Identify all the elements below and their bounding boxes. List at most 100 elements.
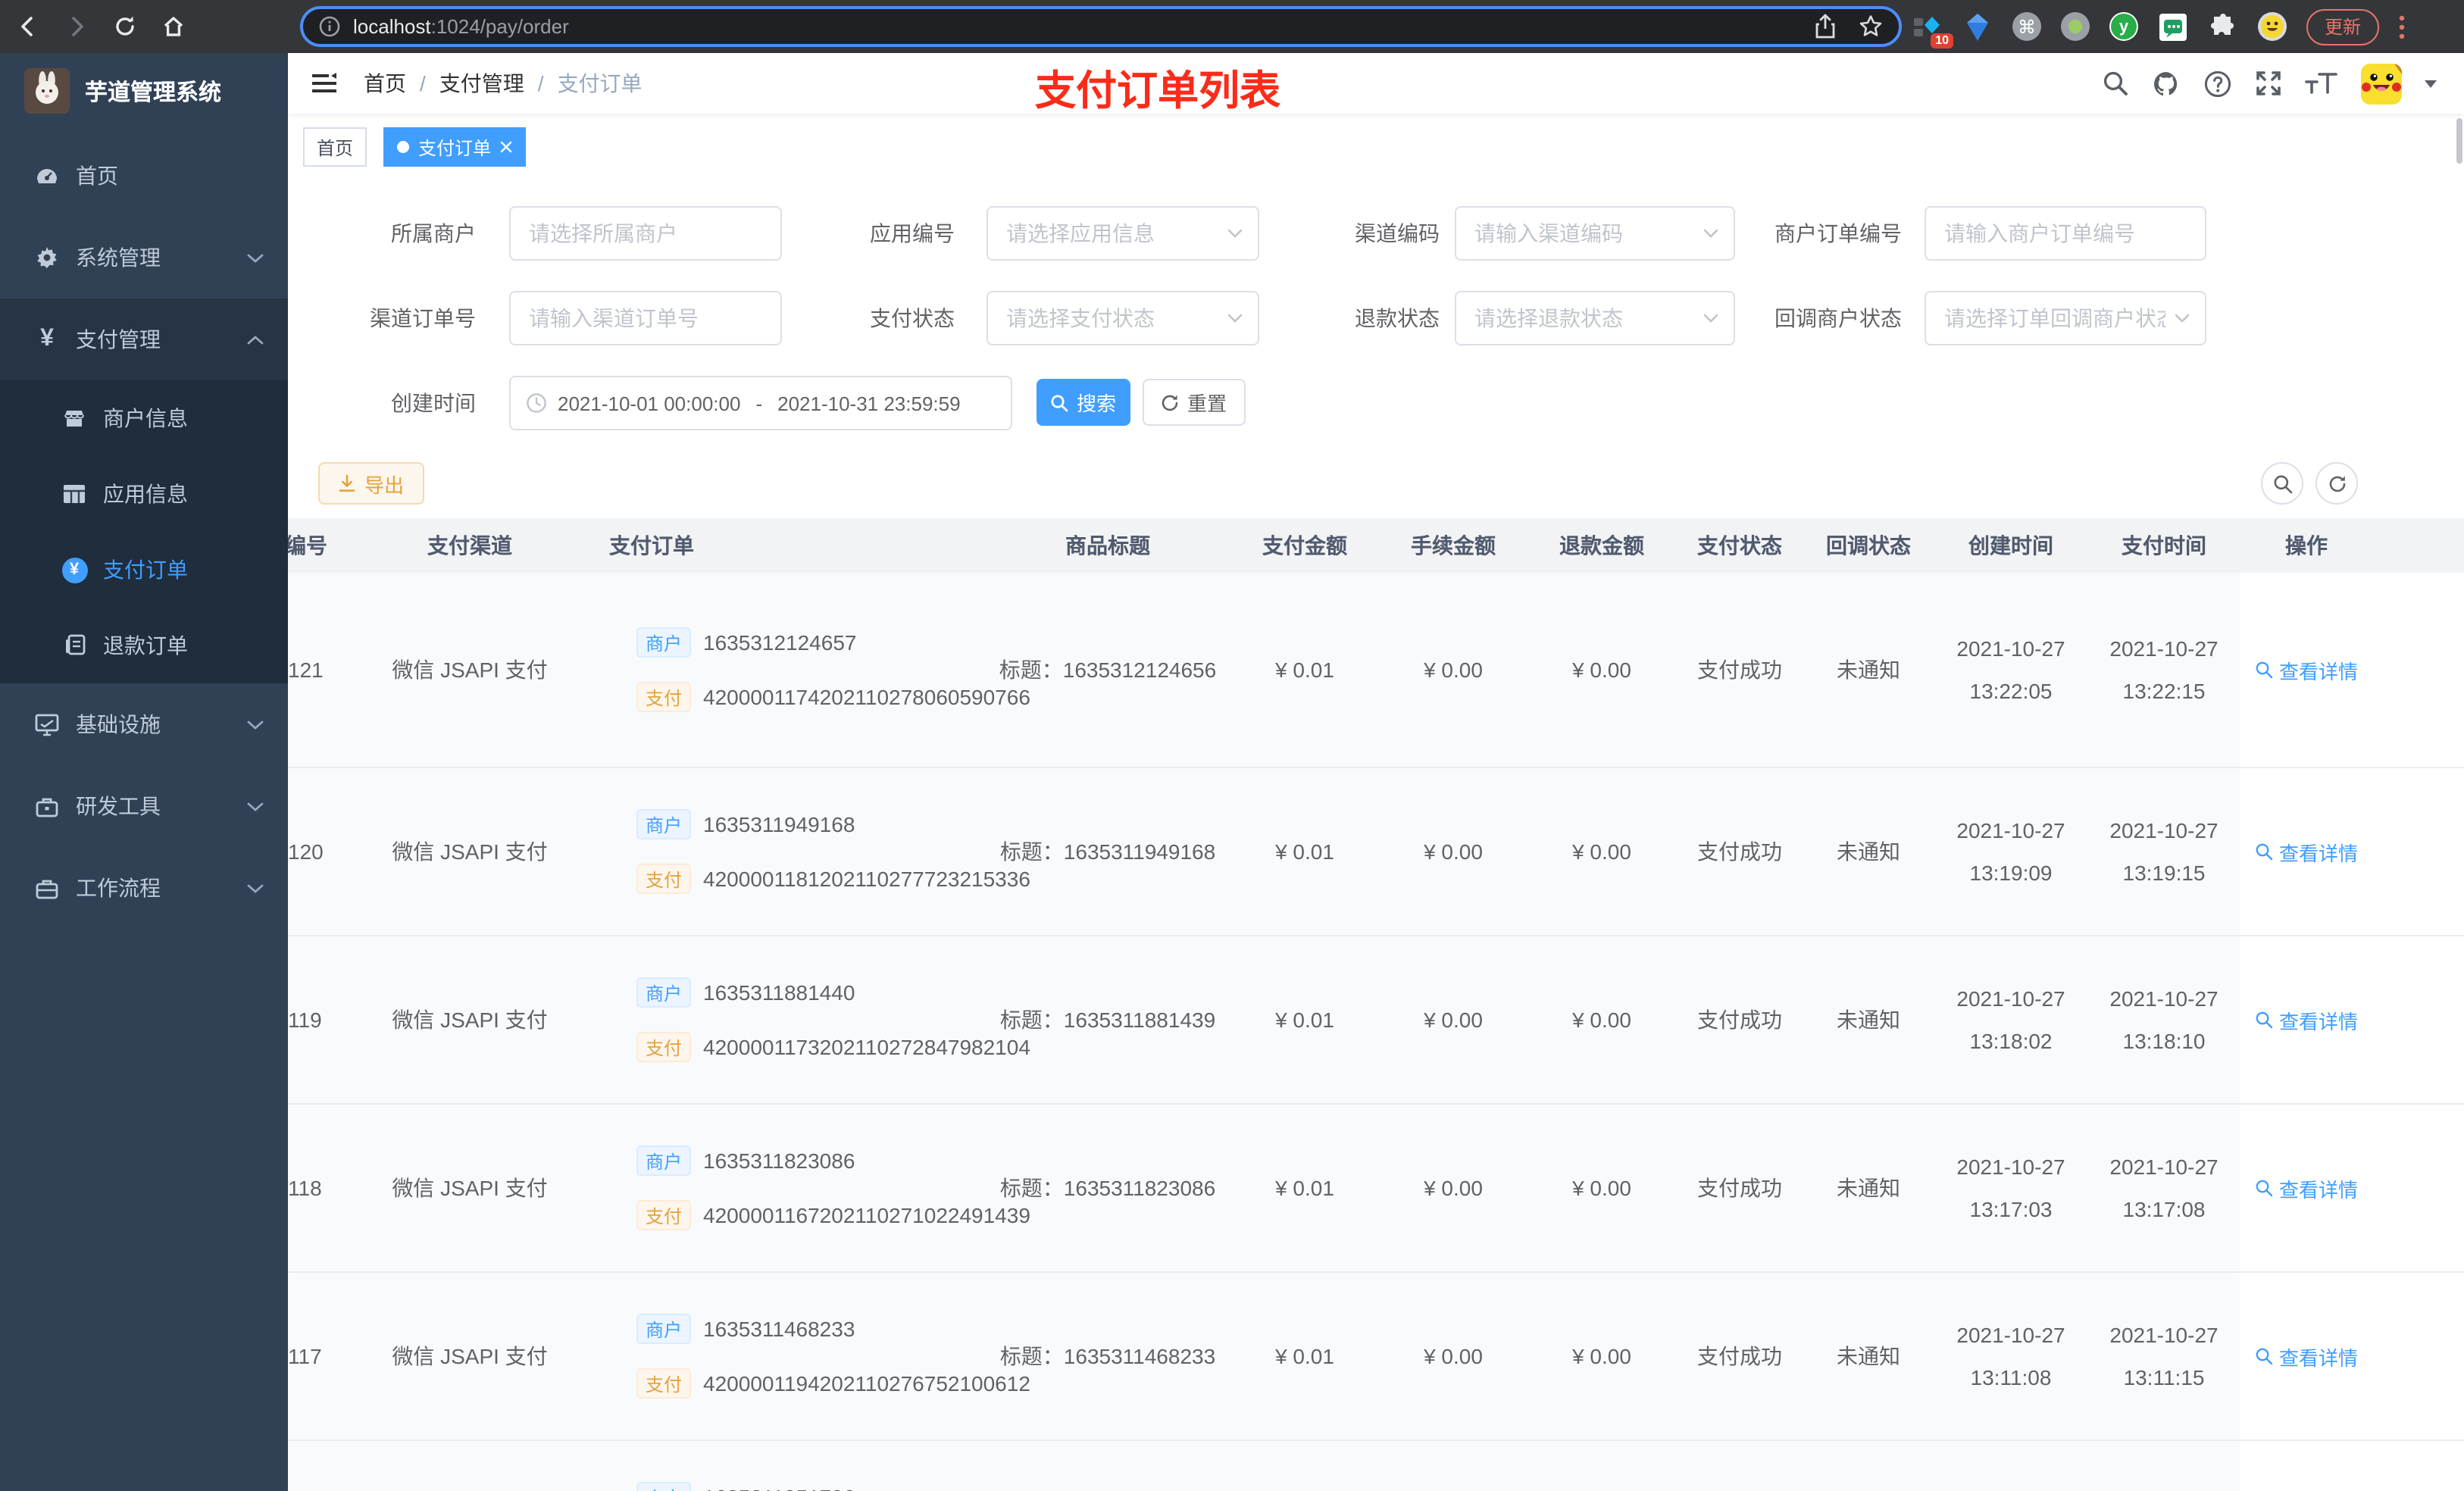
site-info-icon[interactable] bbox=[318, 15, 341, 38]
cell-id: 118 bbox=[288, 1176, 322, 1200]
date-end[interactable]: 2021-10-31 23:59:59 bbox=[777, 392, 960, 414]
close-icon[interactable] bbox=[500, 141, 512, 153]
channel-order-no-input[interactable] bbox=[526, 305, 765, 332]
browser-back-button[interactable] bbox=[6, 5, 48, 48]
channel-code-input[interactable] bbox=[1471, 220, 1697, 247]
notify-status-select[interactable] bbox=[1925, 291, 2206, 345]
browser-menu-icon[interactable] bbox=[2399, 14, 2405, 39]
view-detail-link[interactable]: 查看详情 bbox=[2255, 655, 2358, 684]
channel-order-no-field[interactable] bbox=[509, 291, 782, 345]
cell-fee bbox=[1379, 1441, 1527, 1491]
sidebar-toggle-icon[interactable] bbox=[309, 68, 339, 98]
cell-create-time: 2021-10-27 13:11:08 bbox=[1956, 1323, 2065, 1389]
sidebar-item-app-info[interactable]: 应用信息 bbox=[0, 456, 288, 532]
extension-y-icon[interactable]: y bbox=[2109, 12, 2138, 41]
merchant-tag: 商户 bbox=[636, 1482, 692, 1491]
sidebar-item-payment[interactable]: ¥ 支付管理 bbox=[0, 299, 288, 380]
user-avatar[interactable] bbox=[2361, 63, 2402, 104]
browser-home-button[interactable] bbox=[152, 5, 194, 48]
sidebar-item-dev-tools[interactable]: 研发工具 bbox=[0, 765, 288, 847]
tab-pay-order[interactable]: 支付订单 bbox=[383, 127, 527, 167]
filter-label-merchant: 所属商户 bbox=[391, 221, 476, 245]
extension-diamond-icon[interactable]: 10 bbox=[1912, 11, 1953, 48]
browser-reload-button[interactable] bbox=[103, 5, 145, 48]
chevron-down-icon bbox=[247, 883, 264, 893]
cell-actions: 查看详情 bbox=[2240, 573, 2373, 767]
refund-status-select[interactable] bbox=[1455, 291, 1735, 345]
cell-title: 标题：1635312124656 bbox=[999, 658, 1217, 682]
avatar-dropdown-icon[interactable] bbox=[2425, 80, 2437, 87]
breadcrumb-separator: / bbox=[537, 71, 544, 95]
sidebar-menu: 首页 系统管理 ¥ 支付管理 商户信息 应用信息 ¥ 支付订单 退款订单 基础设… bbox=[0, 135, 288, 929]
breadcrumb-home[interactable]: 首页 bbox=[364, 68, 406, 98]
merchant-input[interactable] bbox=[526, 220, 765, 247]
col-header-create-time: 创建时间 bbox=[1968, 533, 2053, 558]
merchant-order-no: 1635311949168 bbox=[703, 812, 855, 836]
share-icon[interactable] bbox=[1814, 14, 1837, 39]
url-text[interactable]: localhost:1024/pay/order bbox=[353, 15, 569, 38]
font-size-icon[interactable] bbox=[2305, 70, 2338, 97]
app-input[interactable] bbox=[1003, 220, 1221, 247]
page-scrollbar[interactable] bbox=[2456, 118, 2462, 164]
tab-home[interactable]: 首页 bbox=[303, 127, 367, 167]
cell-order: 商户 1635311881440 支付 4200001173202110272847… bbox=[591, 936, 1030, 1103]
breadcrumb-payment[interactable]: 支付管理 bbox=[439, 68, 524, 98]
table-search-toggle-button[interactable] bbox=[2261, 462, 2303, 505]
extension-gray-dot-icon[interactable] bbox=[2061, 12, 2090, 41]
cell-pay-time: 2021-10-27 13:22:15 bbox=[2109, 636, 2219, 703]
github-icon[interactable] bbox=[2152, 69, 2181, 98]
view-detail-link[interactable]: 查看详情 bbox=[2255, 1005, 2358, 1034]
reset-button[interactable]: 重置 bbox=[1143, 379, 1246, 426]
extension-chat-icon[interactable] bbox=[2158, 11, 2188, 42]
cell-fee: ¥ 0.00 bbox=[1424, 658, 1483, 682]
sidebar-item-workflow[interactable]: 工作流程 bbox=[0, 847, 288, 929]
sidebar-item-refund-order[interactable]: 退款订单 bbox=[0, 608, 288, 683]
browser-update-button[interactable]: 更新 bbox=[2306, 8, 2380, 45]
date-separator: - bbox=[755, 392, 763, 414]
search-button[interactable]: 搜索 bbox=[1037, 379, 1130, 426]
refund-status-input[interactable] bbox=[1471, 305, 1697, 332]
notify-status-input[interactable] bbox=[1941, 305, 2169, 332]
profile-avatar-icon[interactable] bbox=[2258, 12, 2287, 41]
pay-tag: 支付 bbox=[636, 1368, 692, 1399]
magnifier-icon bbox=[2255, 1011, 2273, 1029]
cell-order: 商户1635311951796 支付 bbox=[591, 1441, 985, 1491]
app-select[interactable] bbox=[987, 206, 1259, 261]
date-range-picker[interactable]: 2021-10-01 00:00:00 - 2021-10-31 23:59:5… bbox=[509, 376, 1012, 430]
date-start[interactable]: 2021-10-01 00:00:00 bbox=[558, 392, 740, 414]
fullscreen-icon[interactable] bbox=[2255, 70, 2282, 97]
view-detail-link[interactable]: 查看详情 bbox=[2255, 1342, 2358, 1371]
sidebar-item-pay-order[interactable]: ¥ 支付订单 bbox=[0, 532, 288, 608]
sidebar-item-system[interactable]: 系统管理 bbox=[0, 217, 288, 299]
sidebar-item-infrastructure[interactable]: 基础设施 bbox=[0, 683, 288, 765]
merchant-select[interactable] bbox=[509, 206, 782, 261]
merchant-order-no-field[interactable] bbox=[1925, 206, 2206, 261]
extension-command-icon[interactable]: ⌘ bbox=[2012, 12, 2041, 41]
view-detail-link[interactable]: 查看详情 bbox=[2255, 1174, 2358, 1202]
view-detail-link[interactable]: 查看详情 bbox=[2255, 837, 2358, 866]
search-icon[interactable] bbox=[2102, 70, 2129, 97]
extension-kite-icon[interactable] bbox=[1962, 11, 1993, 42]
cell-pay-time bbox=[2088, 1441, 2240, 1491]
pay-status-input[interactable] bbox=[1003, 305, 1221, 332]
export-button[interactable]: 导出 bbox=[318, 462, 424, 505]
app-logo-row[interactable]: 芋道管理系统 bbox=[0, 53, 288, 129]
cell-title: 标题：1635311468233 bbox=[999, 1344, 1216, 1368]
extensions-puzzle-icon[interactable] bbox=[2208, 11, 2238, 42]
sidebar-item-merchant-info[interactable]: 商户信息 bbox=[0, 380, 288, 456]
browser-forward-button[interactable] bbox=[55, 5, 97, 48]
bookmark-star-icon[interactable] bbox=[1858, 14, 1884, 39]
col-header-title: 商品标题 bbox=[1065, 533, 1150, 558]
payment-submenu: 商户信息 应用信息 ¥ 支付订单 退款订单 bbox=[0, 380, 288, 683]
help-icon[interactable] bbox=[2203, 69, 2232, 98]
breadcrumb: 首页 / 支付管理 / 支付订单 bbox=[364, 53, 643, 114]
merchant-order-no-input[interactable] bbox=[1941, 220, 2190, 247]
channel-code-select[interactable] bbox=[1455, 206, 1735, 261]
url-bar[interactable]: localhost:1024/pay/order bbox=[300, 6, 1902, 47]
tags-view-bar: 首页 支付订单 bbox=[288, 114, 2464, 182]
cell-order: 商户 1635311949168 支付 4200001181202110277723… bbox=[591, 768, 1030, 935]
table-refresh-button[interactable] bbox=[2315, 462, 2358, 505]
sidebar-item-home[interactable]: 首页 bbox=[0, 135, 288, 217]
pay-status-select[interactable] bbox=[987, 291, 1259, 345]
filter-label-pay-status: 支付状态 bbox=[870, 306, 955, 330]
